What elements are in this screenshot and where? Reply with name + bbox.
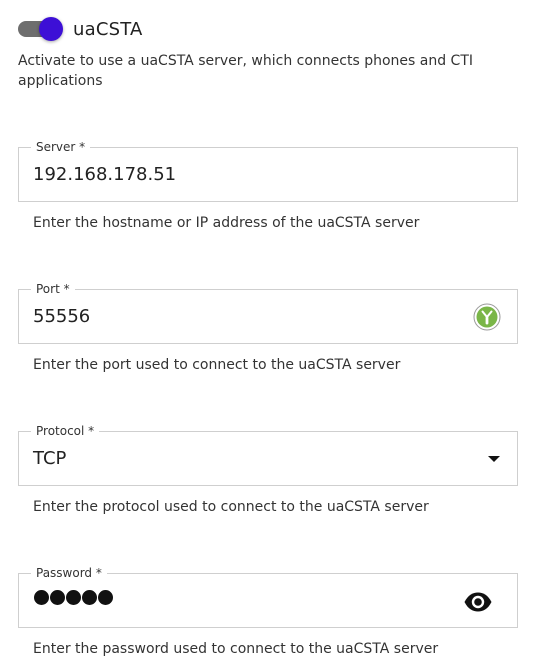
protocol-field-label: Protocol *: [31, 423, 100, 439]
password-helper-text: Enter the password used to connect to th…: [33, 641, 439, 657]
port-input-value[interactable]: 55556: [33, 305, 90, 329]
password-dot: [34, 590, 49, 605]
toggle-label: uaCSTA: [73, 18, 143, 40]
server-field-label: Server *: [31, 139, 91, 155]
uacsta-toggle-row: uaCSTA: [18, 14, 143, 44]
protocol-selected-value[interactable]: TCP: [33, 447, 66, 471]
password-field[interactable]: Password *: [18, 565, 518, 628]
uacsta-toggle-switch[interactable]: [18, 14, 64, 44]
port-field-label: Port *: [31, 281, 75, 297]
port-helper-text: Enter the port used to connect to the ua…: [33, 357, 401, 373]
server-helper-text: Enter the hostname or IP address of the …: [33, 215, 420, 231]
dropdown-arrow-icon[interactable]: [485, 450, 503, 468]
toggle-thumb: [39, 17, 63, 41]
eye-icon[interactable]: [463, 590, 493, 614]
protocol-helper-text: Enter the protocol used to connect to th…: [33, 499, 429, 515]
password-masked-value[interactable]: [34, 590, 113, 605]
server-input-value[interactable]: 192.168.178.51: [33, 163, 176, 187]
grammar-assistant-icon[interactable]: [473, 303, 501, 331]
password-dot: [50, 590, 65, 605]
toggle-description: Activate to use a uaCSTA server, which c…: [18, 53, 473, 89]
password-dot: [98, 590, 113, 605]
password-field-label: Password *: [31, 565, 107, 581]
password-dot: [82, 590, 97, 605]
port-field[interactable]: Port * 55556: [18, 281, 518, 344]
server-field[interactable]: Server * 192.168.178.51: [18, 139, 518, 202]
password-dot: [66, 590, 81, 605]
protocol-select[interactable]: Protocol * TCP: [18, 423, 518, 486]
